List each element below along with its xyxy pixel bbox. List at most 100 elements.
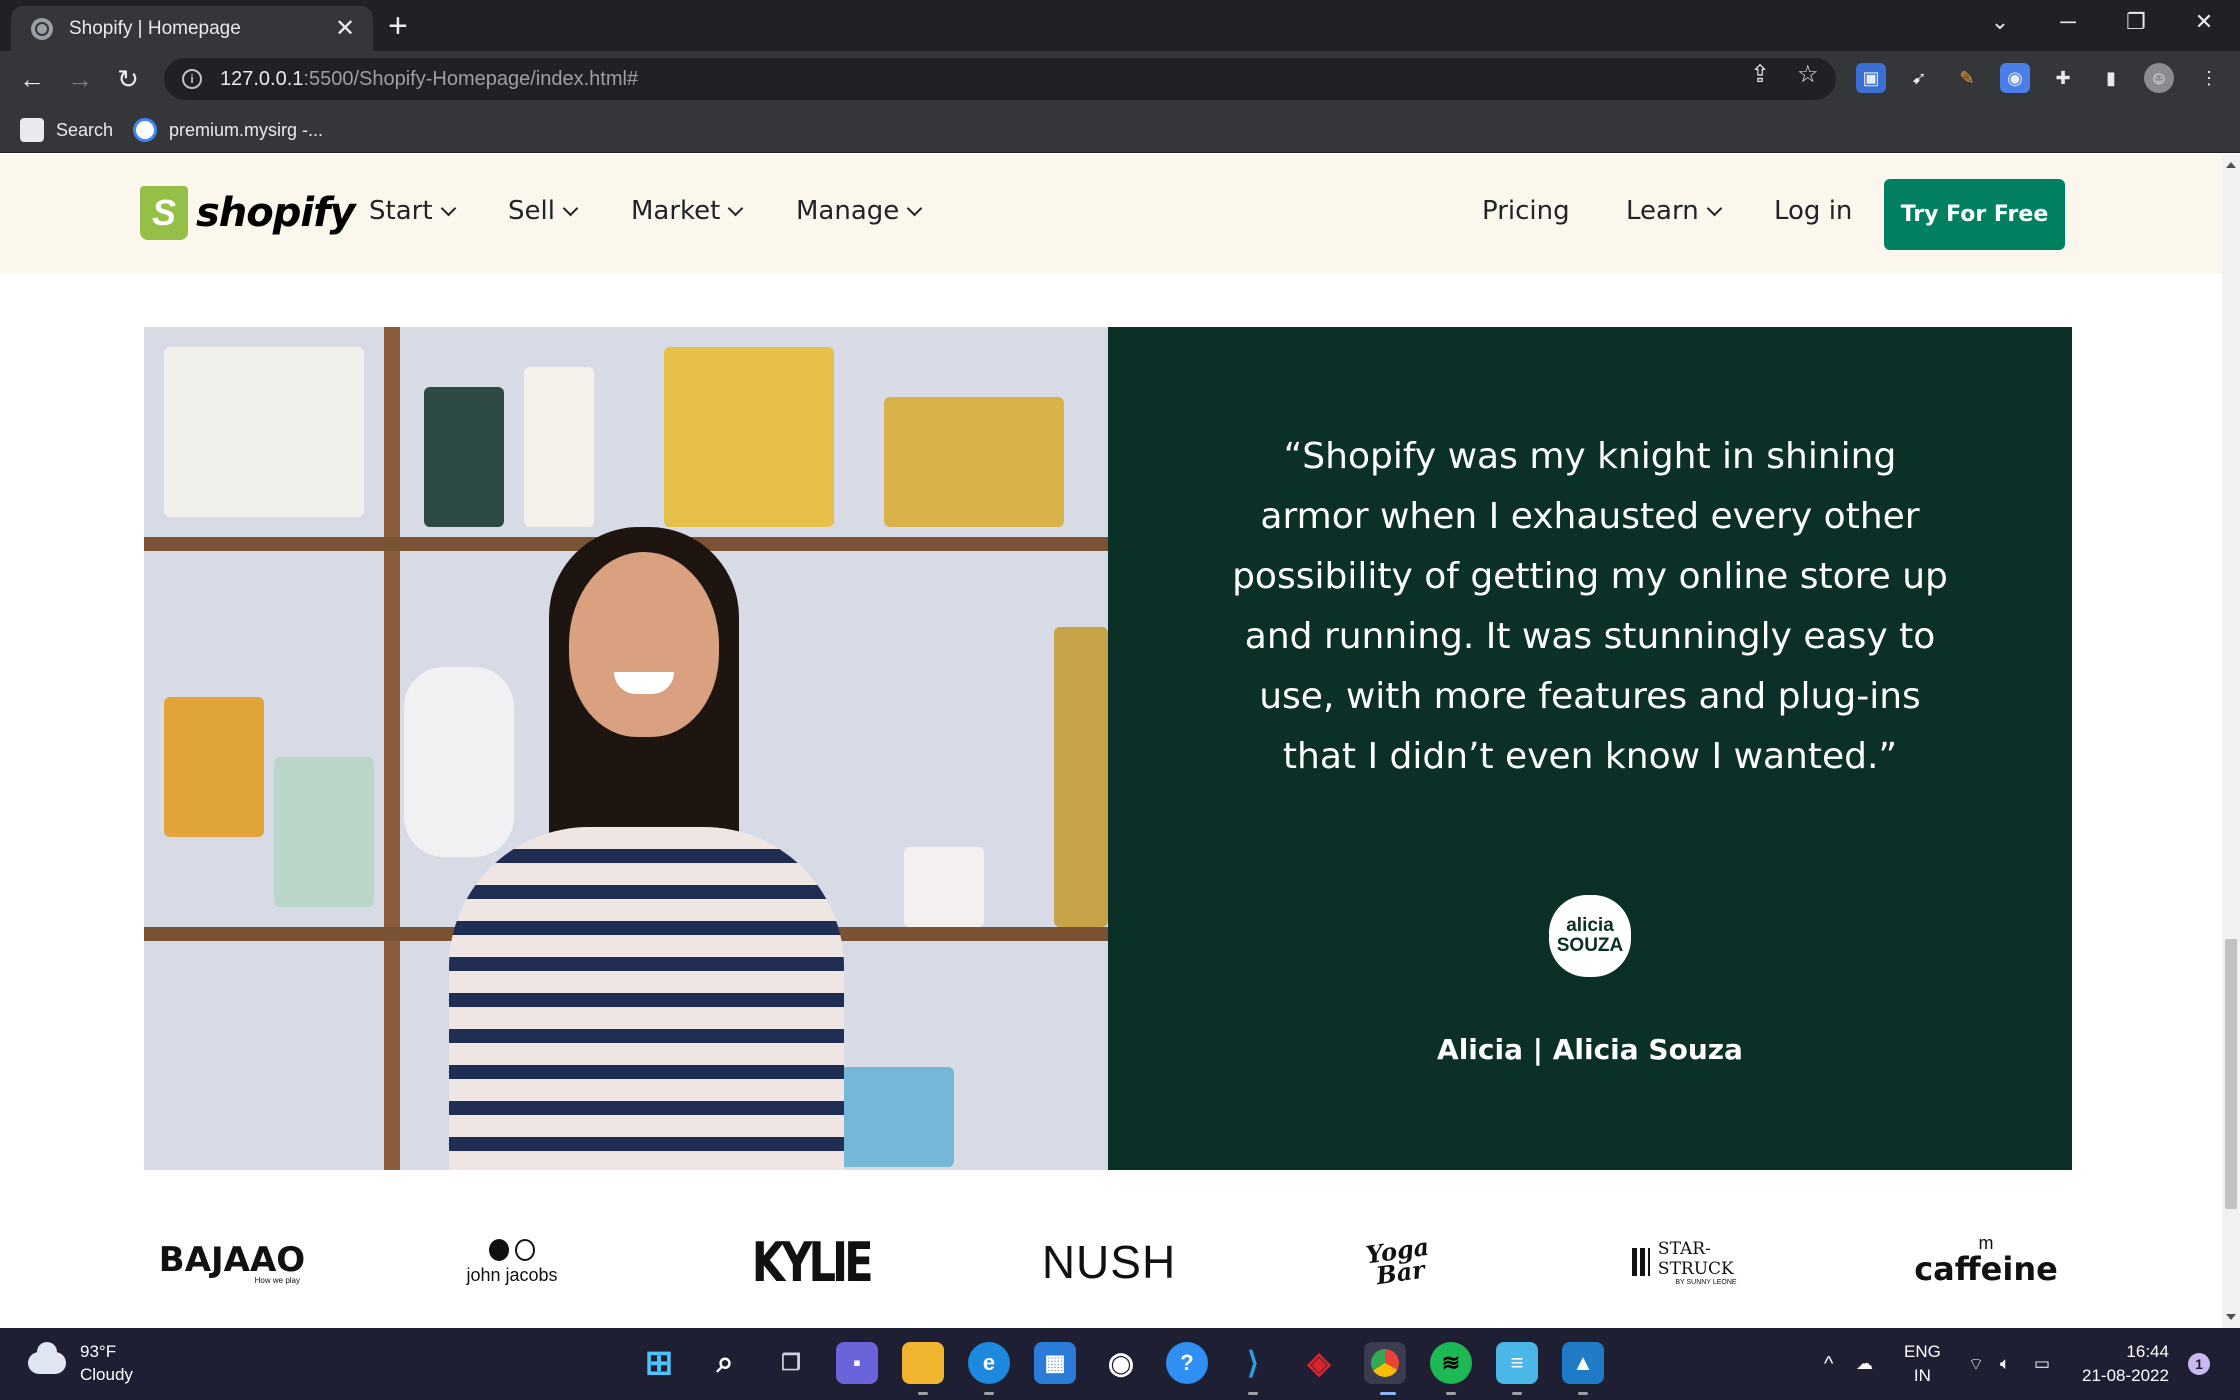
back-arrow-icon[interactable]: ← (14, 61, 50, 97)
two-circles-icon (489, 1238, 535, 1261)
edge-browser-icon[interactable]: e (968, 1342, 1010, 1384)
reload-icon[interactable]: ↻ (110, 61, 146, 97)
language-indicator[interactable]: ENG IN (1904, 1328, 1941, 1400)
brand-logo-nush: NUSH (1042, 1222, 1175, 1302)
brand-logo-yoga-bar: Yoga Bar (1358, 1222, 1440, 1302)
chrome-icon[interactable] (1364, 1342, 1406, 1384)
grid-mark-icon (1632, 1248, 1650, 1276)
minimize-button[interactable]: ─ (2034, 0, 2102, 44)
site-info-icon[interactable]: i (182, 69, 202, 89)
tab-search-chevron-icon[interactable]: ⌄ (1966, 0, 2034, 44)
chevron-down-icon (728, 200, 744, 216)
logo-wordmark: shopify (196, 190, 356, 236)
testimonial-author: Alicia | Alicia Souza (1437, 1033, 1743, 1066)
nav-label: Market (631, 196, 721, 226)
scroll-down-icon[interactable] (2226, 1314, 2236, 1320)
show-hidden-icons-chevron[interactable]: ^ (1824, 1328, 1833, 1400)
brand-name: STAR-STRUCK (1657, 1238, 1734, 1279)
scroll-up-icon[interactable] (2226, 162, 2236, 168)
try-for-free-button[interactable]: Try For Free (1884, 179, 2065, 250)
url-host: 127.0.0.1 (220, 67, 304, 90)
nav-label: Pricing (1482, 196, 1570, 226)
chevron-down-icon (562, 200, 579, 216)
brand-name: BAJAAO (158, 1239, 306, 1280)
bookmark-premium[interactable]: premium.mysirg -... (133, 115, 323, 145)
browser-tab-strip: Shopify | Homepage ✕ + ⌄ ─ ❐ ✕ (0, 0, 2240, 51)
extension-pen-icon[interactable]: ✎ (1952, 63, 1982, 93)
volume-icon[interactable]: 🔈︎ (2000, 1328, 2010, 1400)
notification-count-badge: 1 (2188, 1353, 2210, 1375)
nav-label: Log in (1774, 196, 1853, 226)
onedrive-cloud-icon[interactable]: ☁ (1856, 1328, 1873, 1400)
bookmarks-bar: Search premium.mysirg -... (0, 107, 2240, 153)
extension-record-icon[interactable]: ◉ (2000, 63, 2030, 93)
wifi-icon[interactable]: ⌔ (1968, 1328, 1984, 1400)
notepad-icon[interactable]: ≡ (1496, 1342, 1538, 1384)
google-icon (133, 118, 157, 142)
nav-label: Start (369, 196, 433, 226)
chevron-down-icon (907, 200, 923, 216)
brand-logo-star-struck: STAR-STRUCK BY SUNNY LEONE (1632, 1222, 1754, 1302)
testimonial-section: “Shopify was my knight in shining armor … (144, 327, 2072, 1170)
address-bar[interactable]: i 127.0.0.1:5500/Shopify-Homepage/index.… (164, 58, 1836, 100)
search-icon (20, 118, 44, 142)
page-scrollbar[interactable] (2222, 154, 2240, 1328)
notification-center[interactable]: 1 (2188, 1328, 2210, 1400)
teams-chat-icon[interactable]: ▪ (836, 1342, 878, 1384)
tab-close-icon[interactable]: ✕ (331, 14, 359, 43)
new-tab-button[interactable]: + (388, 9, 408, 43)
restore-button[interactable]: ❐ (2102, 0, 2170, 44)
nav-market[interactable]: Market (631, 196, 744, 226)
battery-icon[interactable]: ▭ (2034, 1328, 2050, 1400)
profile-avatar[interactable]: ☺ (2144, 63, 2174, 93)
alicia-souza-logo: alicia SOUZA (1549, 895, 1631, 977)
brand-logo-john-jacobs: john jacobs (464, 1222, 560, 1302)
shopify-logo[interactable]: S shopify (140, 186, 356, 240)
brand-logo-kylie: KYLIE (752, 1222, 874, 1302)
nav-label: Learn (1626, 196, 1699, 226)
nav-login[interactable]: Log in (1774, 196, 1852, 226)
photos-icon[interactable]: ▲ (1562, 1342, 1604, 1384)
vscode-icon[interactable]: ⟩ (1232, 1342, 1274, 1384)
file-explorer-icon[interactable] (902, 1342, 944, 1384)
github-desktop-icon[interactable]: ◉ (1100, 1342, 1142, 1384)
clock[interactable]: 16:44 21-08-2022 (2082, 1328, 2169, 1400)
bookmark-label: premium.mysirg -... (169, 119, 324, 140)
testimonial-quote-panel: “Shopify was my knight in shining armor … (1108, 327, 2072, 1170)
bookmark-star-icon[interactable]: ☆ (1797, 60, 1819, 89)
nav-label: Manage (796, 196, 900, 226)
bookmark-label: Search (56, 119, 114, 140)
shopping-bag-icon: S (140, 186, 188, 240)
clock-time: 16:44 (2126, 1342, 2169, 1361)
windows-start-icon[interactable]: ⊞ (638, 1342, 680, 1384)
page-viewport: S shopify Start Sell Market Manage Prici… (0, 154, 2222, 1328)
nav-pricing[interactable]: Pricing (1482, 196, 1570, 226)
mcafee-shield-icon[interactable]: ◈ (1298, 1342, 1340, 1384)
browser-tab[interactable]: Shopify | Homepage ✕ (11, 6, 373, 51)
region-code: IN (1913, 1366, 1931, 1385)
brand-name: caffeine (1914, 1250, 2058, 1288)
nav-manage[interactable]: Manage (796, 196, 923, 226)
search-icon[interactable]: ⌕ (704, 1342, 746, 1384)
task-view-icon[interactable]: ❐ (770, 1342, 812, 1384)
url-path: :5500/Shopify-Homepage/index.html# (303, 67, 639, 90)
scrollbar-thumb[interactable] (2225, 939, 2237, 1209)
weather-widget[interactable]: 93°F Cloudy (28, 1340, 133, 1386)
menu-kebab-icon[interactable]: ⋮ (2194, 63, 2224, 93)
nav-start[interactable]: Start (369, 196, 456, 226)
nav-learn[interactable]: Learn (1626, 196, 1722, 226)
brand-name: john jacobs (466, 1264, 558, 1285)
side-panel-icon[interactable]: ▮ (2096, 63, 2126, 93)
microsoft-store-icon[interactable]: ▦ (1034, 1342, 1076, 1384)
bookmark-search[interactable]: Search (20, 115, 113, 145)
share-icon[interactable]: ⇪ (1750, 60, 1770, 89)
extensions-puzzle-icon[interactable]: ✚ (2048, 63, 2078, 93)
extension-translate-icon[interactable]: ▣ (1856, 63, 1886, 93)
nav-sell[interactable]: Sell (508, 196, 579, 226)
windows-taskbar: 93°F Cloudy ⊞ ⌕ ❐ ▪ e ▦ ◉ ? ⟩ ◈ ≋ ≡ ▲ ^ … (0, 1328, 2240, 1400)
help-icon[interactable]: ? (1166, 1342, 1208, 1384)
forward-arrow-icon[interactable]: → (62, 61, 98, 97)
spotify-icon[interactable]: ≋ (1430, 1342, 1472, 1384)
close-window-button[interactable]: ✕ (2170, 0, 2238, 44)
extension-cursor-icon[interactable]: ➹ (1904, 63, 1934, 93)
